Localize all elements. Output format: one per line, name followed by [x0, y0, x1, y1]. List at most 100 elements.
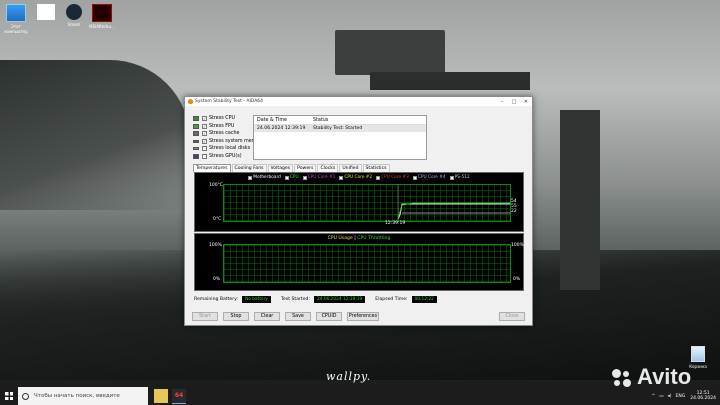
windows-logo-icon: [5, 392, 13, 400]
checkbox-checked[interactable]: ✓: [202, 123, 207, 129]
fpu-icon: [193, 123, 199, 129]
network-icon[interactable]: ▭: [659, 394, 663, 399]
aida64-taskbar-icon[interactable]: 64: [172, 388, 186, 404]
background-sign-bar: [370, 72, 530, 90]
start-button[interactable]: Start: [192, 312, 218, 321]
clock[interactable]: 12:51 24.06.2024: [690, 391, 716, 401]
usage-axis-bottom: 0%: [213, 277, 221, 282]
background-sign: [335, 30, 445, 75]
stress-option-label: Stress cache: [209, 131, 240, 137]
legend-label: CPU Core #1: [307, 175, 336, 180]
monitor-icon: [6, 4, 26, 22]
file-explorer-icon[interactable]: [154, 389, 168, 403]
background-post: [560, 110, 600, 290]
window-titlebar[interactable]: System Stability Test - AIDA64 – □ ✕: [185, 97, 532, 106]
status-table[interactable]: Date & Time Status 24.06.2024 12:39:19 S…: [253, 115, 427, 160]
cpuid-button[interactable]: CPUID: [316, 312, 342, 321]
checkbox-unchecked[interactable]: [202, 153, 207, 159]
minimize-button[interactable]: –: [496, 99, 508, 105]
legend-checkbox[interactable]: [412, 175, 417, 180]
graph-tabs: Temperatures Cooling Fans Voltages Power…: [193, 164, 391, 172]
legend-checkbox[interactable]: [248, 175, 253, 180]
tab-statistics[interactable]: Statistics: [362, 164, 390, 172]
tab-cooling-fans[interactable]: Cooling Fans: [231, 164, 267, 172]
volume-icon[interactable]: ◂): [668, 394, 672, 399]
legend-checkbox[interactable]: [284, 175, 289, 180]
aida64-badge: 64: [174, 391, 184, 399]
desktop-icon-this-pc[interactable]: Этот компьютер: [2, 4, 30, 34]
legend-item[interactable]: CPU Core #1: [302, 175, 336, 180]
temperature-lines: [397, 185, 510, 221]
legend-item[interactable]: CPU: [284, 175, 299, 180]
checkbox-checked[interactable]: ✓: [202, 138, 207, 144]
status-table-header: Date & Time Status: [254, 116, 426, 125]
taskbar: Чтобы начать поиск, введите 64 ^ ▭ ◂) EN…: [0, 387, 720, 405]
temp-readout-3: 22: [511, 209, 517, 214]
checkbox-checked[interactable]: ✓: [202, 131, 207, 137]
status-bar: Remaining Battery: No battery Test Start…: [194, 295, 522, 304]
legend-label: Motherboard: [253, 175, 281, 180]
legend-label: CPU: [289, 175, 299, 180]
tab-unified[interactable]: Unified: [339, 164, 362, 172]
column-header-status: Status: [313, 117, 329, 123]
legend-checkbox[interactable]: [449, 175, 454, 180]
desktop-icon-label: Корзина: [689, 364, 707, 369]
stress-option-label: Stress CPU: [209, 116, 236, 122]
usage-axis-top: 100%: [209, 243, 222, 248]
temp-line-cpu: [397, 202, 510, 220]
temperature-graph: Motherboard CPU CPU Core #1 CPU Core #2 …: [194, 172, 524, 232]
afterburner-icon: [92, 4, 112, 22]
usage-axis-right-bottom: 0%: [513, 277, 521, 282]
stress-option-label: Stress local disks: [209, 146, 251, 152]
stop-button[interactable]: Stop: [223, 312, 249, 321]
legend-item[interactable]: PS-512: [449, 175, 470, 180]
checkbox-checked[interactable]: ✓: [202, 116, 207, 122]
file-icon: [37, 4, 55, 20]
tab-temperatures[interactable]: Temperatures: [193, 164, 231, 172]
save-button[interactable]: Save: [285, 312, 311, 321]
temp-axis-bottom: 0°C: [213, 217, 222, 222]
legend-item[interactable]: CPU Core #2: [339, 175, 372, 180]
usage-graph-title: CPU Usage | CPU Throttling: [195, 236, 523, 241]
preferences-button[interactable]: Preferences: [347, 312, 379, 321]
tab-clocks[interactable]: Clocks: [317, 164, 339, 172]
avito-wordmark: Avito: [637, 364, 692, 389]
stress-option-label: Stress FPU: [209, 123, 235, 129]
wallpaper-watermark: wallpy.: [326, 370, 372, 383]
desktop-icon-steam[interactable]: Steam: [60, 4, 88, 27]
tab-voltages[interactable]: Voltages: [267, 164, 294, 172]
clear-button[interactable]: Clear: [254, 312, 280, 321]
desktop-icon-blank[interactable]: [32, 4, 60, 22]
legend-item[interactable]: CPU Core #3: [376, 175, 409, 180]
legend-checkbox[interactable]: [302, 175, 307, 180]
search-icon: [22, 392, 29, 400]
tray-chevron-icon[interactable]: ^: [651, 394, 655, 399]
legend-item[interactable]: Motherboard: [248, 175, 281, 180]
usage-plot-area: [223, 244, 511, 283]
legend-checkbox[interactable]: [376, 175, 381, 180]
clock-date: 24.06.2024: [690, 396, 716, 401]
legend-label: CPU Core #3: [381, 175, 409, 180]
background-hill: [0, 60, 190, 210]
start-button[interactable]: [0, 387, 18, 405]
checkbox-unchecked[interactable]: [202, 146, 207, 152]
usage-title-cpu: CPU Usage: [327, 236, 353, 241]
maximize-button[interactable]: □: [508, 99, 520, 105]
language-indicator[interactable]: ENG: [676, 394, 686, 399]
temp-time-label: 12:39:19: [385, 221, 406, 226]
tab-powers[interactable]: Powers: [294, 164, 317, 172]
legend-item[interactable]: CPU Core #4: [412, 175, 446, 180]
table-row[interactable]: 24.06.2024 12:39:19 Stability Test: Star…: [254, 125, 426, 132]
elapsed-label: Elapsed Time:: [375, 297, 408, 302]
close-window-button[interactable]: ✕: [520, 99, 532, 105]
legend-label: CPU Core #4: [417, 175, 446, 180]
system-tray: ^ ▭ ◂) ENG 12:51 24.06.2024: [651, 387, 716, 405]
recycle-bin-icon: [691, 346, 705, 362]
gpu-icon: [193, 153, 199, 159]
memory-icon: [193, 139, 199, 143]
desktop-icon-msi-afterburner[interactable]: MSIAfterbu...: [88, 4, 116, 29]
taskbar-search-box[interactable]: Чтобы начать поиск, введите: [18, 387, 148, 405]
close-button[interactable]: Close: [499, 312, 525, 321]
legend-checkbox[interactable]: [339, 175, 344, 180]
test-started-label: Test Started:: [280, 297, 311, 302]
